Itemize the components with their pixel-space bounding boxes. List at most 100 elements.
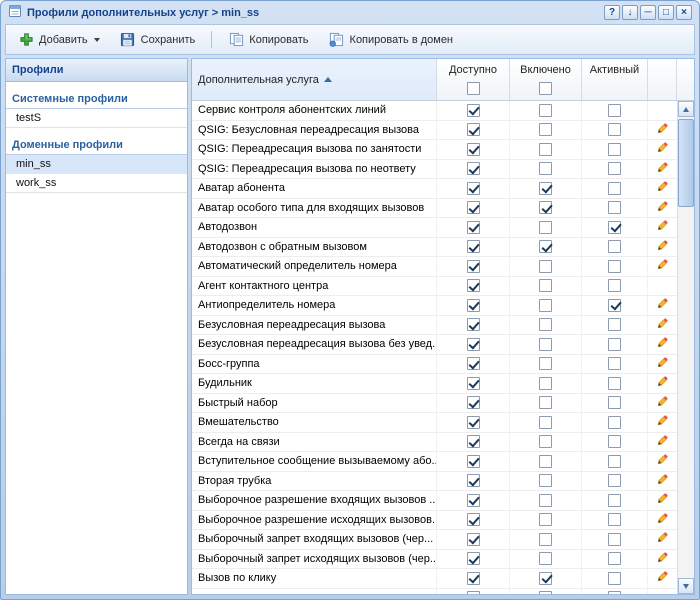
edit-cell[interactable] [648, 238, 677, 257]
edit-cell[interactable] [648, 179, 677, 198]
minimize-button[interactable]: ─ [640, 5, 656, 20]
active-checkbox[interactable] [608, 260, 621, 273]
available-checkbox[interactable] [467, 201, 480, 214]
enabled-checkbox[interactable] [539, 260, 552, 273]
edit-pencil-icon[interactable] [656, 434, 669, 450]
edit-pencil-icon[interactable] [656, 473, 669, 489]
active-checkbox[interactable] [608, 221, 621, 234]
close-button[interactable]: × [676, 5, 692, 20]
edit-cell[interactable] [648, 355, 677, 374]
available-checkbox[interactable] [467, 396, 480, 409]
enabled-checkbox[interactable] [539, 357, 552, 370]
active-checkbox[interactable] [608, 338, 621, 351]
edit-cell[interactable] [648, 433, 677, 452]
edit-cell[interactable] [648, 374, 677, 393]
edit-pencil-icon[interactable] [656, 453, 669, 469]
active-checkbox[interactable] [608, 591, 621, 594]
edit-pencil-icon[interactable] [656, 551, 669, 567]
table-row[interactable]: Аватар абонента [192, 179, 677, 199]
edit-cell[interactable] [648, 160, 677, 179]
enabled-checkbox[interactable] [539, 143, 552, 156]
available-checkbox[interactable] [467, 260, 480, 273]
enabled-checkbox[interactable] [539, 299, 552, 312]
table-row[interactable]: QSIG: Переадресация вызова по занятости [192, 140, 677, 160]
enabled-checkbox[interactable] [539, 396, 552, 409]
edit-pencil-icon[interactable] [656, 161, 669, 177]
edit-pencil-icon[interactable] [656, 200, 669, 216]
available-checkbox[interactable] [467, 591, 480, 594]
table-row[interactable]: Вызов по клику [192, 569, 677, 589]
available-checkbox[interactable] [467, 123, 480, 136]
edit-cell[interactable] [648, 491, 677, 510]
enabled-checkbox[interactable] [539, 455, 552, 468]
edit-cell[interactable] [648, 199, 677, 218]
available-checkbox[interactable] [467, 162, 480, 175]
enabled-checkbox[interactable] [539, 240, 552, 253]
active-checkbox[interactable] [608, 143, 621, 156]
table-row[interactable]: Босс-группа [192, 355, 677, 375]
active-checkbox[interactable] [608, 552, 621, 565]
enabled-checkbox[interactable] [539, 123, 552, 136]
edit-cell[interactable] [648, 296, 677, 315]
table-row[interactable]: Выборочное разрешение входящих вызовов .… [192, 491, 677, 511]
table-row[interactable]: Вступительное сообщение вызываемому або.… [192, 452, 677, 472]
available-checkbox[interactable] [467, 240, 480, 253]
table-row[interactable]: Всегда на связи [192, 433, 677, 453]
available-checkbox[interactable] [467, 182, 480, 195]
edit-cell[interactable] [648, 316, 677, 335]
scroll-up-button[interactable] [678, 101, 694, 117]
table-row[interactable]: Антиопределитель номера [192, 296, 677, 316]
enabled-checkbox[interactable] [539, 318, 552, 331]
available-checkbox[interactable] [467, 338, 480, 351]
table-row[interactable]: Быстрый набор [192, 394, 677, 414]
sidebar-item-testS[interactable]: testS [6, 109, 187, 128]
add-button[interactable]: Добавить [14, 29, 104, 51]
enabled-checkbox[interactable] [539, 377, 552, 390]
active-checkbox[interactable] [608, 162, 621, 175]
available-checkbox[interactable] [467, 279, 480, 292]
active-checkbox[interactable] [608, 494, 621, 507]
edit-pencil-icon[interactable] [656, 356, 669, 372]
edit-pencil-icon[interactable] [656, 492, 669, 508]
copy-button[interactable]: Копировать [224, 29, 312, 51]
enabled-checkbox[interactable] [539, 513, 552, 526]
table-row[interactable]: Аватар особого типа для входящих вызовов [192, 199, 677, 219]
available-checkbox[interactable] [467, 435, 480, 448]
active-checkbox[interactable] [608, 455, 621, 468]
enabled-checkbox[interactable] [539, 533, 552, 546]
edit-pencil-icon[interactable] [656, 531, 669, 547]
enabled-checkbox[interactable] [539, 221, 552, 234]
table-row[interactable]: Безусловная переадресация вызова без уве… [192, 335, 677, 355]
edit-pencil-icon[interactable] [656, 258, 669, 274]
titlebar[interactable]: Профили дополнительных услуг > min_ss ? … [5, 1, 695, 24]
active-checkbox[interactable] [608, 104, 621, 117]
edit-cell[interactable] [648, 140, 677, 159]
sidebar-item-work_ss[interactable]: work_ss [6, 174, 187, 193]
active-checkbox[interactable] [608, 513, 621, 526]
available-checkbox[interactable] [467, 572, 480, 585]
table-row[interactable]: Автоматический определитель номера [192, 257, 677, 277]
table-row[interactable]: Агент контактного центра [192, 277, 677, 297]
available-checkbox[interactable] [467, 221, 480, 234]
enabled-checkbox[interactable] [539, 552, 552, 565]
edit-pencil-icon[interactable] [656, 414, 669, 430]
column-header-available[interactable]: Доступно [437, 59, 510, 100]
copy-to-domain-button[interactable]: Копировать в домен [325, 29, 457, 51]
available-checkbox[interactable] [467, 143, 480, 156]
active-checkbox[interactable] [608, 377, 621, 390]
column-header-active[interactable]: Активный [582, 59, 648, 100]
edit-pencil-icon[interactable] [656, 512, 669, 528]
edit-pencil-icon[interactable] [656, 297, 669, 313]
edit-cell[interactable] [648, 569, 677, 588]
table-row[interactable]: QSIG: Безусловная переадресация вызова [192, 121, 677, 141]
available-checkbox[interactable] [467, 318, 480, 331]
active-checkbox[interactable] [608, 299, 621, 312]
edit-cell[interactable] [648, 394, 677, 413]
available-checkbox[interactable] [467, 104, 480, 117]
column-header-service[interactable]: Дополнительная услуга [192, 59, 437, 100]
table-row[interactable]: Будильник [192, 374, 677, 394]
edit-cell[interactable] [648, 472, 677, 491]
available-all-checkbox[interactable] [467, 82, 480, 95]
enabled-checkbox[interactable] [539, 182, 552, 195]
edit-pencil-icon[interactable] [656, 336, 669, 352]
